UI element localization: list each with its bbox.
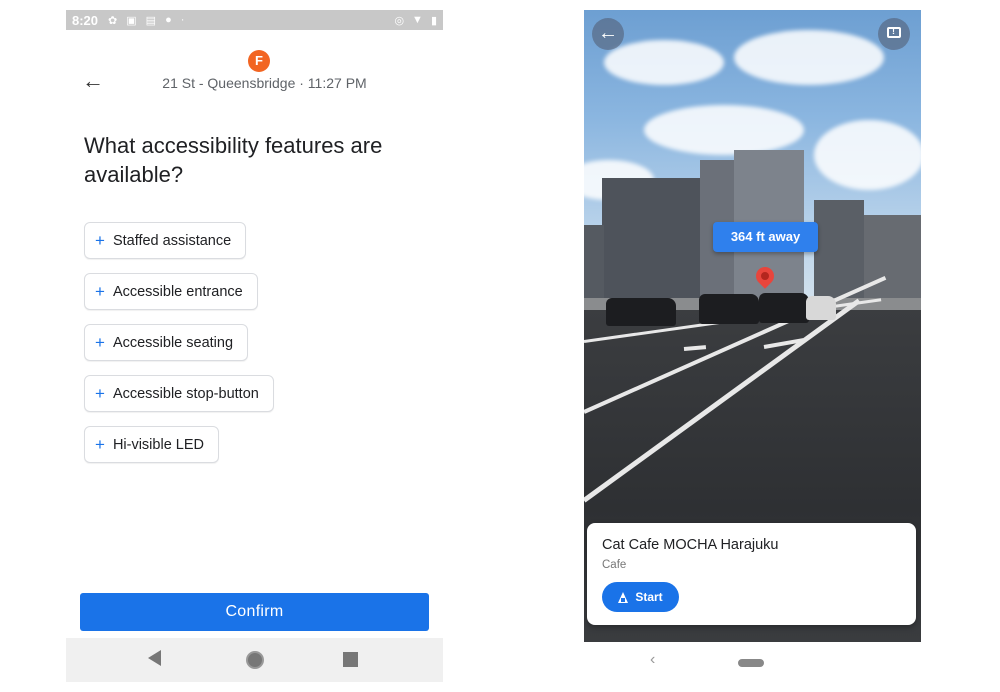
back-arrow-icon[interactable]: ← <box>592 18 624 50</box>
feature-chip-list: + Staffed assistance + Accessible entrance… <box>84 222 274 477</box>
place-type: Cafe <box>602 559 627 571</box>
chip-label: Hi-visible LED <box>112 436 204 453</box>
nav-recents-icon[interactable] <box>343 652 358 667</box>
chip-label: Accessible seating <box>112 334 234 351</box>
location-icon: ● <box>165 14 172 26</box>
subway-line-badge: F <box>248 50 270 72</box>
plus-icon: + <box>95 434 105 454</box>
battery-icon: ▮ <box>430 14 437 27</box>
accessibility-question-screen: 8:20 ✿ ▣ ▤ ● · ◎ ▼ ▮ ← F 21 St - Queensb… <box>66 10 443 682</box>
chip-accessible-stop-button[interactable]: + Accessible stop-button <box>84 375 274 412</box>
start-navigation-button[interactable]: Start <box>602 582 679 612</box>
nav-back-icon[interactable]: ‹ <box>650 651 655 669</box>
confirm-button[interactable]: Confirm <box>80 593 429 631</box>
chip-label: Accessible entrance <box>112 283 243 300</box>
system-nav-bar <box>66 638 443 682</box>
car <box>806 296 836 320</box>
plus-icon: + <box>95 230 105 250</box>
cloud <box>604 40 724 85</box>
plus-icon: + <box>95 281 105 301</box>
place-name: Cat Cafe MOCHA Harajuku <box>602 537 779 553</box>
settings-icon: ✿ <box>108 14 118 27</box>
notification-icon: ▣ <box>126 14 137 27</box>
stage: 8:20 ✿ ▣ ▤ ● · ◎ ▼ ▮ ← F 21 St - Queensb… <box>0 0 1000 692</box>
building <box>814 200 864 300</box>
building <box>584 225 604 300</box>
camera-view: 364 ft away ← Cat Cafe MOCHA Harajuku Ca… <box>584 10 921 642</box>
plus-icon: + <box>95 332 105 352</box>
place-card[interactable]: Cat Cafe MOCHA Harajuku Cafe Start <box>587 523 916 625</box>
nav-home-pill-icon[interactable] <box>738 659 764 667</box>
cloud <box>814 120 921 190</box>
feedback-button[interactable] <box>878 18 910 50</box>
chip-label: Accessible stop-button <box>112 385 259 402</box>
status-bar: 8:20 ✿ ▣ ▤ ● · ◎ ▼ ▮ <box>66 10 443 30</box>
car <box>699 294 759 324</box>
chip-accessible-seating[interactable]: + Accessible seating <box>84 324 249 361</box>
building <box>602 178 700 298</box>
car <box>606 298 676 326</box>
top-bar: ← F 21 St - Queensbridge · 11:27 PM <box>66 30 443 110</box>
cloud <box>734 30 884 85</box>
plus-icon: + <box>95 383 105 403</box>
nfc-icon: ◎ <box>394 14 405 27</box>
photo-icon: ▤ <box>145 14 157 27</box>
chip-label: Staffed assistance <box>112 232 232 249</box>
car <box>759 293 809 323</box>
nav-home-icon[interactable] <box>246 651 264 669</box>
cloud <box>644 105 804 155</box>
status-time: 8:20 <box>72 12 99 28</box>
chip-accessible-entrance[interactable]: + Accessible entrance <box>84 273 258 310</box>
live-view-screen: 364 ft away ← Cat Cafe MOCHA Harajuku Ca… <box>584 10 921 684</box>
chip-hi-visible-led[interactable]: + Hi-visible LED <box>84 426 219 463</box>
wifi-icon: ▼ <box>412 13 423 26</box>
start-label: Start <box>635 590 663 604</box>
dot-icon: · <box>180 14 185 26</box>
nav-back-icon[interactable] <box>148 650 161 666</box>
navigation-arrow-icon <box>618 591 629 603</box>
status-right-icons: ◎ ▼ ▮ <box>394 14 437 27</box>
feedback-icon <box>887 26 901 38</box>
station-info: 21 St - Queensbridge · 11:27 PM <box>162 75 367 91</box>
chip-staffed-assistance[interactable]: + Staffed assistance <box>84 222 247 259</box>
building <box>864 215 921 300</box>
question-title: What accessibility features are availabl… <box>84 133 383 187</box>
distance-label: 364 ft away <box>713 222 818 252</box>
system-nav-bar: ‹ <box>584 642 921 684</box>
